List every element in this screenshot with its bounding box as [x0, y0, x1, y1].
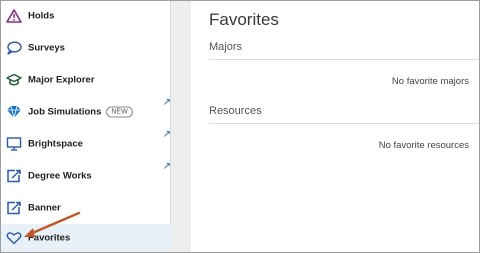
sidebar-item-label: Surveys [28, 42, 65, 54]
section-heading-resources: Resources [209, 105, 262, 117]
sidebar-item-label: Banner [28, 202, 61, 214]
sidebar-item-surveys[interactable]: Surveys [1, 33, 171, 63]
external-link-icon: ↗ [162, 97, 171, 108]
sidebar-item-degree-works[interactable]: Degree Works ↗ [1, 161, 171, 191]
favorites-panel: Favorites Majors No favorite majors Reso… [191, 1, 479, 252]
external-edit-icon [5, 167, 23, 185]
section-divider [209, 123, 479, 124]
external-link-icon: ↗ [162, 129, 171, 140]
sidebar-item-label: Degree Works [28, 170, 92, 182]
sidebar-item-brightspace[interactable]: Brightspace ↗ [1, 129, 171, 159]
empty-resources-message: No favorite resources [378, 140, 469, 151]
external-edit-icon [5, 199, 23, 217]
sidebar-nav: Holds Surveys Major Explorer Job Simulat… [1, 1, 171, 252]
empty-majors-message: No favorite majors [391, 76, 469, 87]
section-heading-majors: Majors [209, 41, 243, 53]
sidebar-gutter [171, 1, 191, 252]
external-link-icon: ↗ [162, 161, 171, 172]
page-title: Favorites [209, 10, 279, 29]
warning-triangle-icon [5, 7, 23, 25]
sidebar-item-label: Job Simulations NEW [28, 106, 133, 118]
sidebar-item-major-explorer[interactable]: Major Explorer [1, 65, 171, 95]
section-divider [209, 59, 479, 60]
sidebar-item-label: Brightspace [28, 138, 83, 150]
sidebar-item-label: Holds [28, 10, 55, 22]
sidebar-item-job-simulations[interactable]: Job Simulations NEW ↗ [1, 97, 171, 127]
monitor-icon [5, 135, 23, 153]
simulation-diamond-icon [5, 103, 23, 121]
sidebar-item-banner[interactable]: Banner [1, 193, 171, 223]
new-badge: NEW [106, 106, 133, 118]
sidebar-item-label: Favorites [28, 232, 71, 244]
sidebar-item-label: Major Explorer [28, 74, 95, 86]
graduation-cap-icon [5, 71, 23, 89]
heart-icon [5, 229, 23, 247]
speech-bubble-icon [5, 39, 23, 57]
sidebar-item-holds[interactable]: Holds [1, 1, 171, 31]
sidebar-item-favorites[interactable]: Favorites [1, 224, 171, 252]
